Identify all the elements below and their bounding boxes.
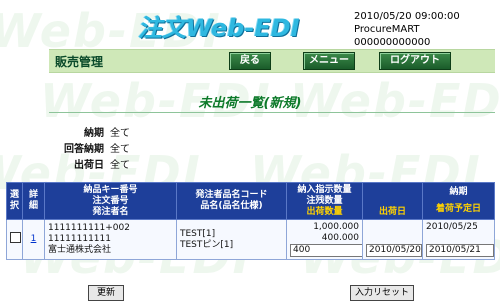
- header-delivery: 納期 着荷予定日: [422, 182, 495, 220]
- row-item-cell: TEST[1] TESTピン[1]: [176, 219, 287, 260]
- item-code: TEST[1]: [180, 228, 216, 239]
- row-select-checkbox[interactable]: [10, 232, 21, 243]
- table-row: 1 1111111111+002 11111111111 富士通株式会社 TES…: [6, 219, 495, 260]
- header-select: 選択: [6, 182, 23, 220]
- row-detail-cell: 1: [22, 219, 45, 260]
- delivery-date: 2010/05/25: [426, 222, 478, 232]
- item-name: TESTピン[1]: [180, 239, 234, 250]
- header-item: 発注者品名コード 品名(品名仕様): [176, 182, 287, 220]
- section-title: 販売管理: [55, 55, 104, 69]
- filter-delivery: 納期 全て: [84, 128, 130, 139]
- ship-date-input[interactable]: 2010/05/20: [366, 244, 422, 257]
- header-quantity: 納入指示数量 注残数量 出荷数量: [286, 182, 363, 220]
- header-ids: 納品キー番号 注文番号 発注者名: [44, 182, 177, 220]
- filter-ship-date: 出荷日 全て: [74, 160, 130, 171]
- app-title: 注文Web-EDI: [138, 14, 300, 42]
- update-button[interactable]: 更新: [88, 285, 124, 301]
- filter-summary: 納期 全て 回答納期 全て 出荷日 全て: [40, 126, 130, 174]
- back-button[interactable]: 戻る: [229, 52, 271, 70]
- orderer-name: 富士通株式会社: [48, 245, 112, 255]
- table-header-row: 選択 詳細 納品キー番号 注文番号 発注者名 発注者品名コード 品名(品名仕様)…: [6, 182, 495, 220]
- system-info: 2010/05/20 09:00:00 ProcureMART 00000000…: [354, 10, 460, 49]
- row-ids-cell: 1111111111+002 11111111111 富士通株式会社: [44, 219, 177, 260]
- header-detail: 詳細: [22, 182, 45, 220]
- nav-bar: 販売管理 戻る メニュー ログアウト: [49, 49, 495, 73]
- heading-divider: [49, 112, 495, 113]
- menu-button[interactable]: メニュー: [303, 52, 355, 70]
- current-datetime: 2010/05/20 09:00:00: [354, 11, 460, 22]
- order-number: 11111111111: [48, 234, 111, 244]
- remaining-quantity: 400.000: [321, 233, 359, 243]
- company-name: ProcureMART: [354, 24, 420, 35]
- company-code: 000000000000: [354, 37, 431, 48]
- page-title: 未出荷一覧(新規): [198, 96, 302, 111]
- filter-answer-delivery: 回答納期 全て: [64, 144, 130, 155]
- header-ship-date: 出荷日: [362, 182, 423, 220]
- instructed-quantity: 1,000.000: [313, 222, 359, 232]
- ship-quantity-input[interactable]: 400: [290, 244, 366, 257]
- arrival-date-input[interactable]: 2010/05/21: [426, 244, 494, 257]
- key-number: 1111111111+002: [48, 223, 130, 233]
- unshipped-table: 選択 詳細 納品キー番号 注文番号 発注者名 発注者品名コード 品名(品名仕様)…: [6, 182, 495, 260]
- row-select-cell: [6, 219, 23, 260]
- header: 注文Web-EDI 2010/05/20 09:00:00 ProcureMAR…: [0, 0, 500, 48]
- reset-input-button[interactable]: 入力リセット: [350, 285, 414, 301]
- row-ship-date-cell: 2010/05/20: [362, 219, 423, 260]
- row-delivery-cell: 2010/05/25 2010/05/21: [422, 219, 495, 260]
- row-quantity-cell: 1,000.000 400.000 400: [286, 219, 366, 260]
- logout-button[interactable]: ログアウト: [379, 52, 451, 70]
- detail-link[interactable]: 1: [31, 234, 37, 244]
